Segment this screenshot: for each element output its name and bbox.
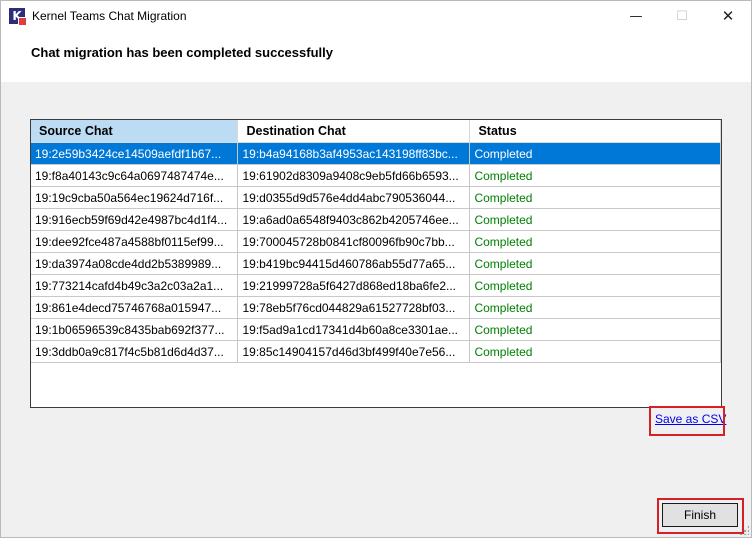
minimize-icon[interactable]: —: [613, 1, 659, 32]
destination-chat-cell: 19:85c14904157d46d3bf499f40e7e56...: [237, 340, 471, 363]
status-cell: Completed: [469, 318, 721, 341]
destination-chat-cell: 19:700045728b0841cf80096fb90c7bb...: [237, 230, 471, 253]
source-chat-cell: 19:dee92fce487a4588bf0115ef99...: [31, 230, 239, 253]
app-logo-icon: K: [9, 8, 27, 26]
source-chat-cell: 19:861e4decd75746768a015947...: [31, 296, 239, 319]
table-row[interactable]: 19:916ecb59f69d42e4987bc4d1f4... 19:a6ad0…: [31, 208, 721, 231]
column-header-status[interactable]: Status: [469, 120, 721, 143]
close-icon[interactable]: ✕: [705, 1, 751, 32]
table-row[interactable]: 19:f8a40143c9c64a0697487474e... 19:61902d…: [31, 164, 721, 187]
source-chat-cell: 19:916ecb59f69d42e4987bc4d1f4...: [31, 208, 239, 231]
table-row[interactable]: 19:1b06596539c8435bab692f377... 19:f5ad9a…: [31, 318, 721, 341]
destination-chat-cell: 19:f5ad9a1cd17341d4b60a8ce3301ae...: [237, 318, 471, 341]
title-bar[interactable]: K Kernel Teams Chat Migration — ☐ ✕: [1, 1, 751, 32]
status-cell: Completed: [469, 340, 721, 363]
destination-chat-cell: 19:21999728a5f6427d868ed18ba6fe2...: [237, 274, 471, 297]
status-cell: Completed: [469, 230, 721, 253]
column-header-destination-chat[interactable]: Destination Chat: [237, 120, 471, 143]
migration-results-grid[interactable]: Source Chat Destination Chat Status 19:2…: [30, 119, 722, 408]
source-chat-cell: 19:2e59b3424ce14509aefdf1b67...: [31, 142, 239, 165]
status-cell: Completed: [469, 164, 721, 187]
source-chat-cell: 19:1b06596539c8435bab692f377...: [31, 318, 239, 341]
table-row[interactable]: 19:2e59b3424ce14509aefdf1b67... 19:b4a941…: [31, 142, 721, 165]
resize-grip[interactable]: [739, 525, 749, 535]
table-row[interactable]: 19:3ddb0a9c817f4c5b81d6d4d37... 19:85c149…: [31, 340, 721, 363]
status-cell: Completed: [469, 274, 721, 297]
source-chat-cell: 19:773214cafd4b49c3a2c03a2a1...: [31, 274, 239, 297]
migration-window: K Kernel Teams Chat Migration — ☐ ✕ Chat…: [0, 0, 752, 538]
table-row[interactable]: 19:861e4decd75746768a015947... 19:78eb5f7…: [31, 296, 721, 319]
source-chat-cell: 19:f8a40143c9c64a0697487474e...: [31, 164, 239, 187]
finish-button[interactable]: Finish: [662, 503, 738, 527]
status-cell: Completed: [469, 208, 721, 231]
maximize-icon: ☐: [676, 9, 688, 24]
dialog-body: Chat migration has been completed succes…: [1, 32, 751, 537]
table-row[interactable]: 19:19c9cba50a564ec19624d716f... 19:d0355d…: [31, 186, 721, 209]
destination-chat-cell: 19:a6ad0a6548f9403c862b4205746ee...: [237, 208, 471, 231]
table-body: 19:2e59b3424ce14509aefdf1b67... 19:b4a941…: [31, 142, 721, 363]
status-cell: Completed: [469, 142, 721, 165]
table-row[interactable]: 19:773214cafd4b49c3a2c03a2a1... 19:219997…: [31, 274, 721, 297]
table-row[interactable]: 19:da3974a08cde4dd2b5389989... 19:b419bc9…: [31, 252, 721, 275]
destination-chat-cell: 19:78eb5f76cd044829a61527728bf03...: [237, 296, 471, 319]
header-panel: Chat migration has been completed succes…: [1, 32, 751, 82]
window-title: Kernel Teams Chat Migration: [32, 9, 187, 23]
status-cell: Completed: [469, 296, 721, 319]
destination-chat-cell: 19:b4a94168b3af4953ac143198ff83bc...: [237, 142, 471, 165]
status-cell: Completed: [469, 186, 721, 209]
source-chat-cell: 19:3ddb0a9c817f4c5b81d6d4d37...: [31, 340, 239, 363]
destination-chat-cell: 19:b419bc94415d460786ab55d77a65...: [237, 252, 471, 275]
destination-chat-cell: 19:61902d8309a9408c9eb5fd66b6593...: [237, 164, 471, 187]
source-chat-cell: 19:da3974a08cde4dd2b5389989...: [31, 252, 239, 275]
completion-heading: Chat migration has been completed succes…: [31, 45, 333, 60]
destination-chat-cell: 19:d0355d9d576e4dd4abc790536044...: [237, 186, 471, 209]
column-header-source-chat[interactable]: Source Chat: [31, 120, 239, 143]
save-as-csv-link[interactable]: Save as CSV: [655, 412, 726, 426]
table-header-row: Source Chat Destination Chat Status: [31, 120, 721, 143]
results-table: Source Chat Destination Chat Status 19:2…: [31, 120, 721, 363]
status-cell: Completed: [469, 252, 721, 275]
table-row[interactable]: 19:dee92fce487a4588bf0115ef99... 19:70004…: [31, 230, 721, 253]
source-chat-cell: 19:19c9cba50a564ec19624d716f...: [31, 186, 239, 209]
